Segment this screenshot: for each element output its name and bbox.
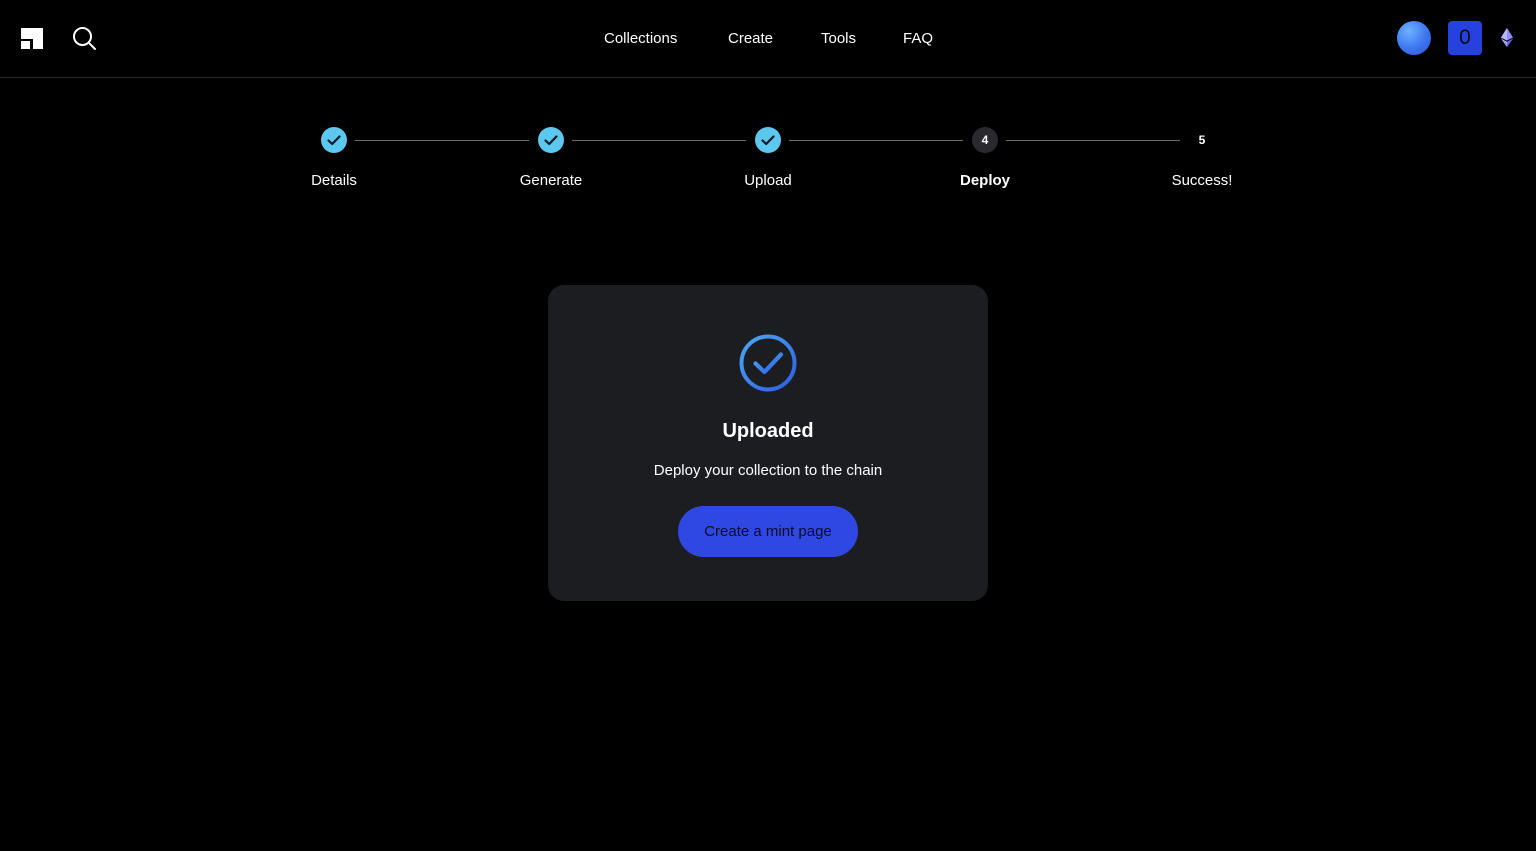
create-mint-page-button[interactable]: Create a mint page [678, 506, 858, 557]
progress-stepper: 4 5 Details Generate Upload Deploy Succe… [0, 0, 1536, 200]
step-1-check-icon [321, 127, 347, 153]
check-circle-icon [739, 334, 797, 392]
step-label-upload: Upload [744, 172, 792, 189]
upload-status-card: Uploaded Deploy your collection to the c… [548, 285, 988, 601]
step-connector [572, 140, 746, 141]
step-label-generate: Generate [519, 172, 583, 189]
step-connector [789, 140, 963, 141]
step-label-success: Success! [1171, 172, 1233, 189]
step-4-number: 4 [972, 127, 998, 153]
step-label-details: Details [311, 172, 357, 189]
card-subtitle: Deploy your collection to the chain [653, 462, 883, 479]
step-label-deploy: Deploy [959, 172, 1010, 189]
step-3-check-icon [755, 127, 781, 153]
card-title: Uploaded [722, 420, 814, 442]
step-connector [1006, 140, 1180, 141]
step-5-number: 5 [1198, 133, 1206, 147]
step-connector [355, 140, 529, 141]
step-2-check-icon [538, 127, 564, 153]
